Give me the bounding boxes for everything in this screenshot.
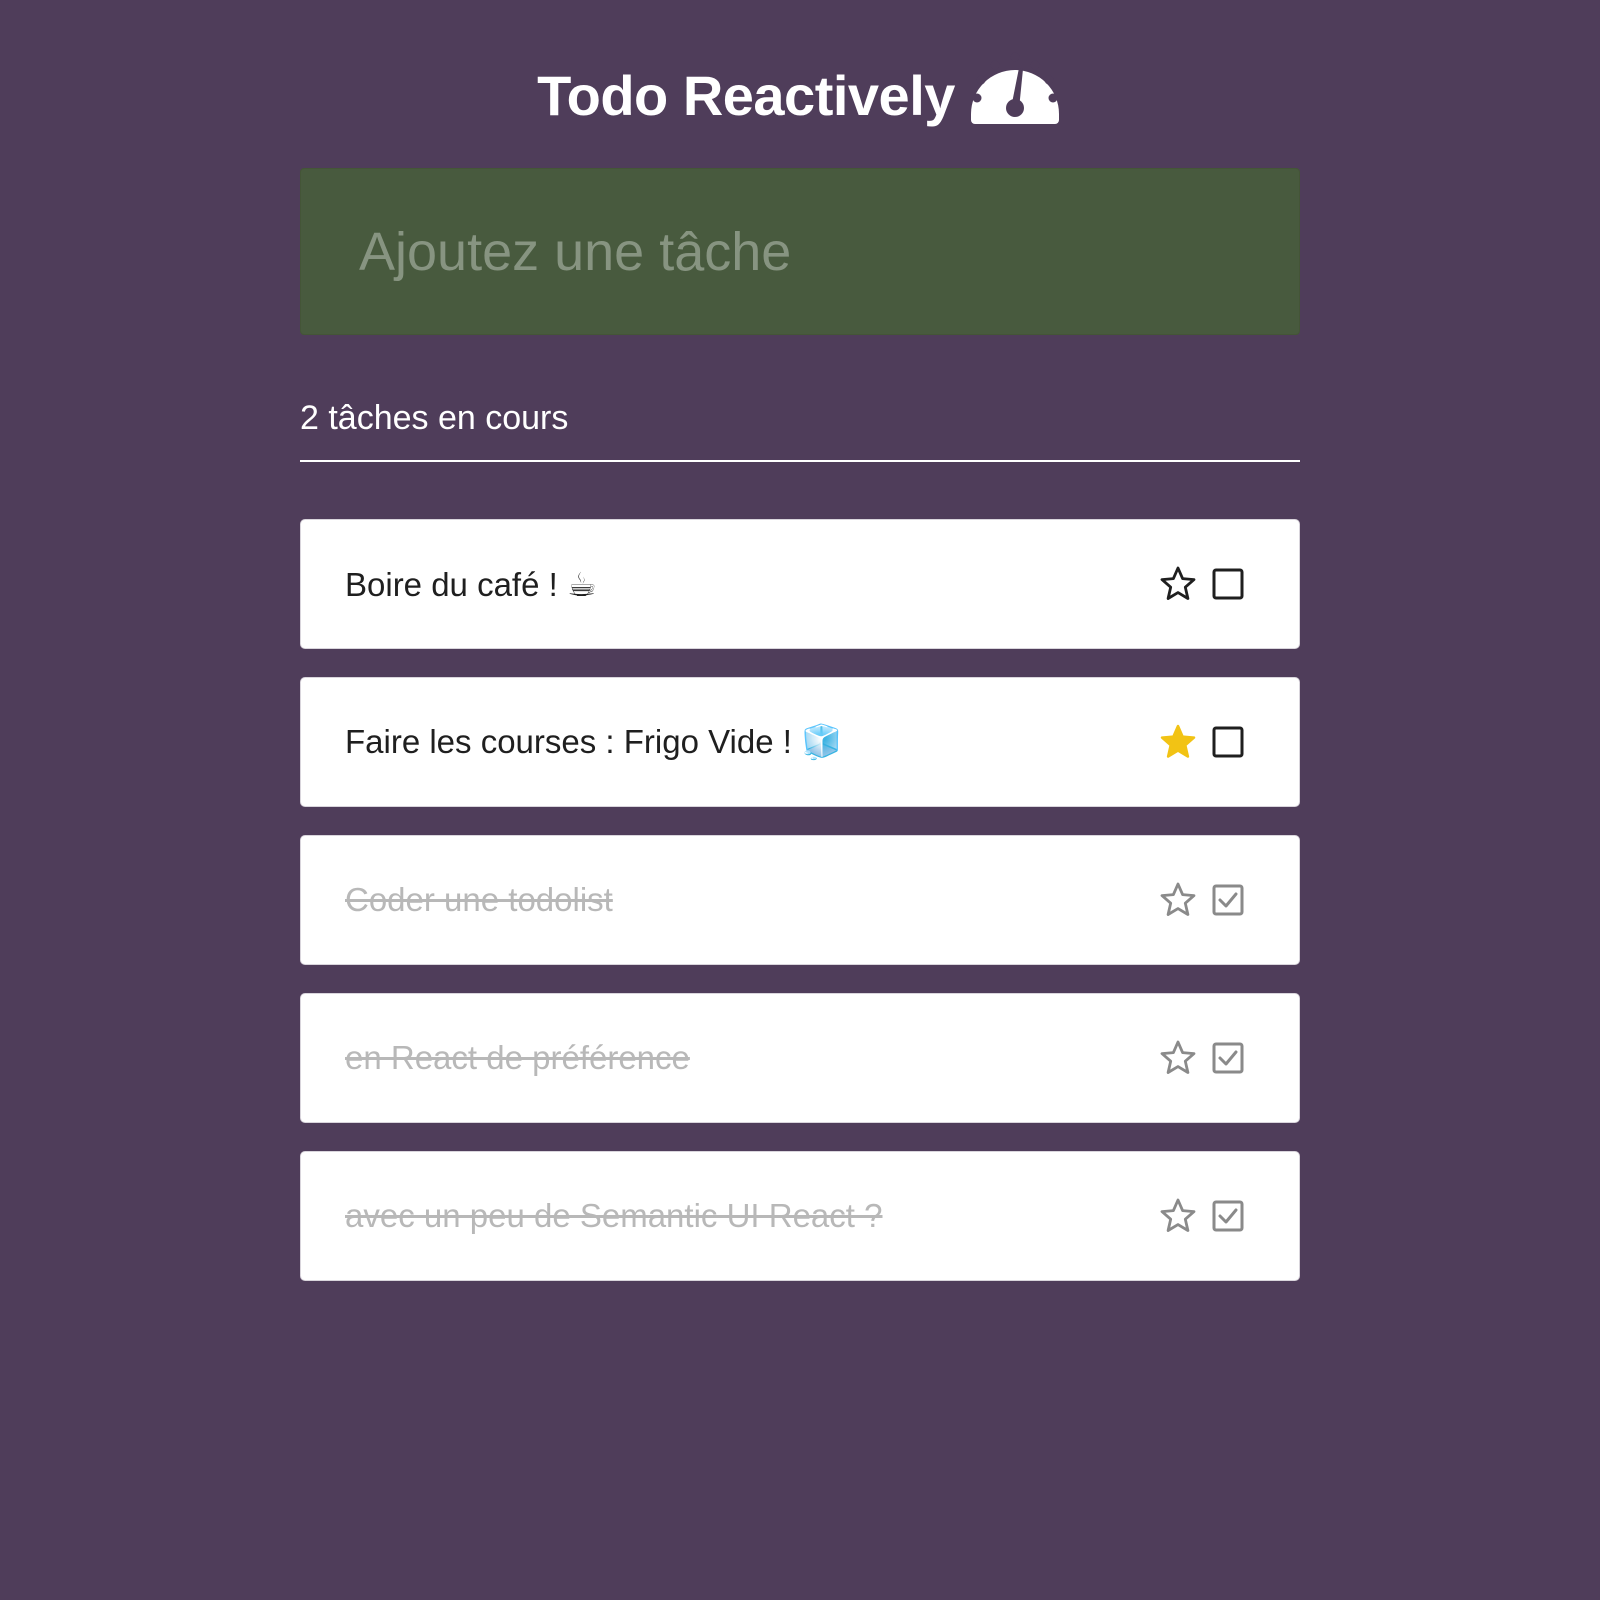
dashboard-gauge-icon bbox=[970, 52, 1059, 124]
task-actions bbox=[1159, 723, 1247, 761]
task-item: Coder une todolist bbox=[300, 835, 1300, 965]
star-outline-icon[interactable] bbox=[1159, 565, 1197, 603]
star-filled-icon[interactable] bbox=[1159, 723, 1197, 761]
checkbox-checked-icon[interactable] bbox=[1209, 1197, 1247, 1235]
add-task-form bbox=[300, 168, 1300, 335]
app-title: Todo Reactively bbox=[537, 64, 955, 127]
task-label: Coder une todolist bbox=[345, 881, 613, 918]
task-item: en React de préférence bbox=[300, 993, 1300, 1123]
checkbox-unchecked-icon[interactable] bbox=[1209, 565, 1247, 603]
task-label: Faire les courses : Frigo Vide ! 🧊 bbox=[345, 722, 843, 760]
app-header: Todo Reactively bbox=[300, 0, 1300, 168]
task-actions bbox=[1159, 565, 1247, 603]
task-label: Boire du café ! ☕ bbox=[345, 565, 597, 603]
star-outline-icon[interactable] bbox=[1159, 1039, 1197, 1077]
checkbox-unchecked-icon[interactable] bbox=[1209, 723, 1247, 761]
todo-app: Todo Reactively 2 tâches en cours Boire … bbox=[300, 0, 1300, 1281]
task-item: Faire les courses : Frigo Vide ! 🧊 bbox=[300, 677, 1300, 807]
divider bbox=[300, 460, 1300, 462]
task-actions bbox=[1159, 881, 1247, 919]
checkbox-checked-icon[interactable] bbox=[1209, 1039, 1247, 1077]
task-actions bbox=[1159, 1039, 1247, 1077]
star-outline-icon[interactable] bbox=[1159, 881, 1197, 919]
checkbox-checked-icon[interactable] bbox=[1209, 881, 1247, 919]
task-actions bbox=[1159, 1197, 1247, 1235]
task-list: Boire du café ! ☕ Faire les courses : Fri… bbox=[300, 519, 1300, 1309]
tasks-in-progress-counter: 2 tâches en cours bbox=[300, 399, 569, 437]
task-label: en React de préférence bbox=[345, 1039, 690, 1076]
star-outline-icon[interactable] bbox=[1159, 1197, 1197, 1235]
task-item: avec un peu de Semantic UI React ? bbox=[300, 1151, 1300, 1281]
add-task-input[interactable] bbox=[345, 195, 1255, 308]
task-label: avec un peu de Semantic UI React ? bbox=[345, 1197, 883, 1234]
task-item: Boire du café ! ☕ bbox=[300, 519, 1300, 649]
